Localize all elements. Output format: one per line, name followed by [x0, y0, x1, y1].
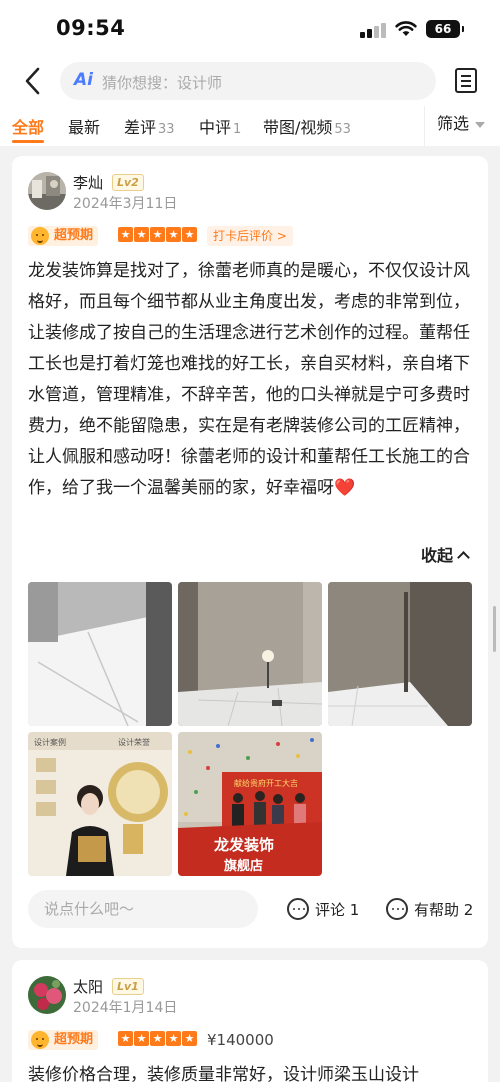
- tab-negative-count: 33: [158, 122, 175, 137]
- smile-icon: [31, 227, 49, 245]
- review-date: 2024年3月11日: [73, 196, 178, 212]
- review-card: 太阳 Lv1 2024年1月14日 超预期 ★ ★ ★ ★ ★ ¥140000 装修价格…: [12, 960, 488, 1082]
- review-date: 2024年1月14日: [73, 1000, 178, 1016]
- exceeds-expectation-label: 超预期: [54, 228, 94, 243]
- star-icon: ★: [134, 1031, 149, 1046]
- review-photo[interactable]: 献给贵府开工大吉 龙发装饰 旗舰店: [178, 732, 322, 876]
- scrollbar[interactable]: [493, 606, 496, 652]
- review-photo[interactable]: 设计案例 设计荣誉: [28, 732, 172, 876]
- status-time: 09:54: [56, 16, 126, 40]
- helpful-smile-icon: [386, 898, 408, 920]
- price-value: ¥140000: [207, 1031, 274, 1049]
- photo-banner-subtext: 旗舰店: [224, 858, 263, 874]
- review-text-content: 龙发装饰算是找对了，徐蕾老师真的是暖心，不仅仅设计风格好，而且每个细节都从业主角…: [28, 261, 470, 498]
- star-rating: ★ ★ ★ ★ ★: [118, 227, 198, 245]
- battery-icon: 66: [426, 20, 464, 38]
- comment-input[interactable]: 说点什么吧～: [28, 890, 258, 928]
- photo-caption-right: 设计荣誉: [118, 737, 150, 747]
- wifi-icon: [395, 21, 417, 36]
- review-filter-tabs: 全部 最新 差评 33 中评 1 带图/视频 53 筛选: [0, 106, 500, 146]
- star-icon: ★: [118, 227, 133, 242]
- collapse-button[interactable]: 收起: [421, 542, 470, 566]
- tab-negative-label: 差评: [124, 118, 157, 137]
- exceeds-expectation-label: 超预期: [54, 1032, 94, 1047]
- star-icon: ★: [166, 1031, 181, 1046]
- photo-banner-top: 献给贵府开工大吉: [234, 778, 298, 788]
- tab-latest-label: 最新: [68, 118, 101, 137]
- star-icon: ★: [166, 227, 181, 242]
- tab-neutral-label: 中评: [199, 118, 232, 137]
- review-photo[interactable]: [28, 582, 172, 726]
- exceeds-expectation-badge: 超预期: [28, 226, 99, 246]
- tab-negative[interactable]: 差评 33: [124, 114, 175, 138]
- review-text: 龙发装饰算是找对了，徐蕾老师真的是暖心，不仅仅设计风格好，而且每个细节都从业主角…: [28, 256, 476, 504]
- top-bar: Ai 猜你想搜：设计师: [0, 58, 500, 106]
- level-badge: Lv1: [112, 978, 144, 995]
- tab-all[interactable]: 全部: [12, 114, 45, 143]
- tab-neutral[interactable]: 中评 1: [199, 114, 241, 138]
- search-input[interactable]: Ai 猜你想搜：设计师: [60, 62, 436, 100]
- chevron-up-icon: [457, 551, 470, 564]
- document-icon[interactable]: [455, 68, 477, 93]
- star-icon: ★: [150, 1031, 165, 1046]
- smile-icon: [31, 1031, 49, 1049]
- tab-all-label: 全部: [12, 118, 45, 137]
- level-badge: Lv2: [112, 174, 144, 191]
- active-tab-underline: [12, 140, 45, 143]
- review-card: 李灿 Lv2 2024年3月11日 超预期 ★ ★ ★ ★ ★ 打卡后评价 > 龙发装饰…: [12, 156, 488, 948]
- star-rating: ★ ★ ★ ★ ★: [118, 1031, 198, 1049]
- tab-neutral-count: 1: [233, 122, 242, 137]
- star-icon: ★: [134, 227, 149, 242]
- star-icon: ★: [118, 1031, 133, 1046]
- reviewer-name[interactable]: 李灿: [73, 172, 103, 193]
- tab-latest[interactable]: 最新: [68, 114, 100, 138]
- search-placeholder: 猜你想搜：设计师: [102, 74, 223, 92]
- ai-icon: Ai: [74, 70, 93, 90]
- helpful-count: 2: [463, 901, 474, 919]
- avatar[interactable]: [28, 172, 66, 210]
- tab-with-media[interactable]: 带图/视频 53: [263, 114, 351, 138]
- filter-label: 筛选: [437, 114, 470, 133]
- helpful-label: 有帮助: [414, 901, 460, 919]
- cellular-signal-icon: [360, 22, 386, 38]
- checkin-review-tag[interactable]: 打卡后评价 >: [207, 226, 293, 246]
- comment-count: 1: [349, 901, 360, 919]
- star-icon: ★: [182, 1031, 197, 1046]
- exceeds-expectation-badge: 超预期: [28, 1030, 99, 1050]
- photo-banner-text: 龙发装饰: [213, 836, 274, 854]
- tab-with-media-count: 53: [334, 122, 351, 137]
- helpful-button[interactable]: 有帮助 2: [386, 898, 473, 920]
- caret-down-icon: [475, 121, 486, 128]
- tab-with-media-label: 带图/视频: [263, 118, 333, 137]
- star-icon: ★: [150, 227, 165, 242]
- heart-emoji: ❤️: [334, 478, 356, 498]
- star-icon: ★: [182, 227, 197, 242]
- comment-icon: [287, 898, 309, 920]
- avatar[interactable]: [28, 976, 66, 1014]
- filter-button[interactable]: 筛选: [424, 106, 486, 146]
- comment-button[interactable]: 评论 1: [287, 898, 359, 920]
- comment-label: 评论: [315, 901, 346, 919]
- reviewer-name[interactable]: 太阳: [73, 976, 103, 997]
- review-photo[interactable]: [178, 582, 322, 726]
- status-bar: 09:54 66: [0, 0, 500, 58]
- review-text: 装修价格合理，装修质量非常好，设计师梁玉山设计: [28, 1065, 419, 1082]
- collapse-label: 收起: [421, 546, 454, 565]
- photo-caption-left: 设计案例: [34, 737, 66, 747]
- review-photo[interactable]: [328, 582, 472, 726]
- back-icon[interactable]: [22, 66, 44, 96]
